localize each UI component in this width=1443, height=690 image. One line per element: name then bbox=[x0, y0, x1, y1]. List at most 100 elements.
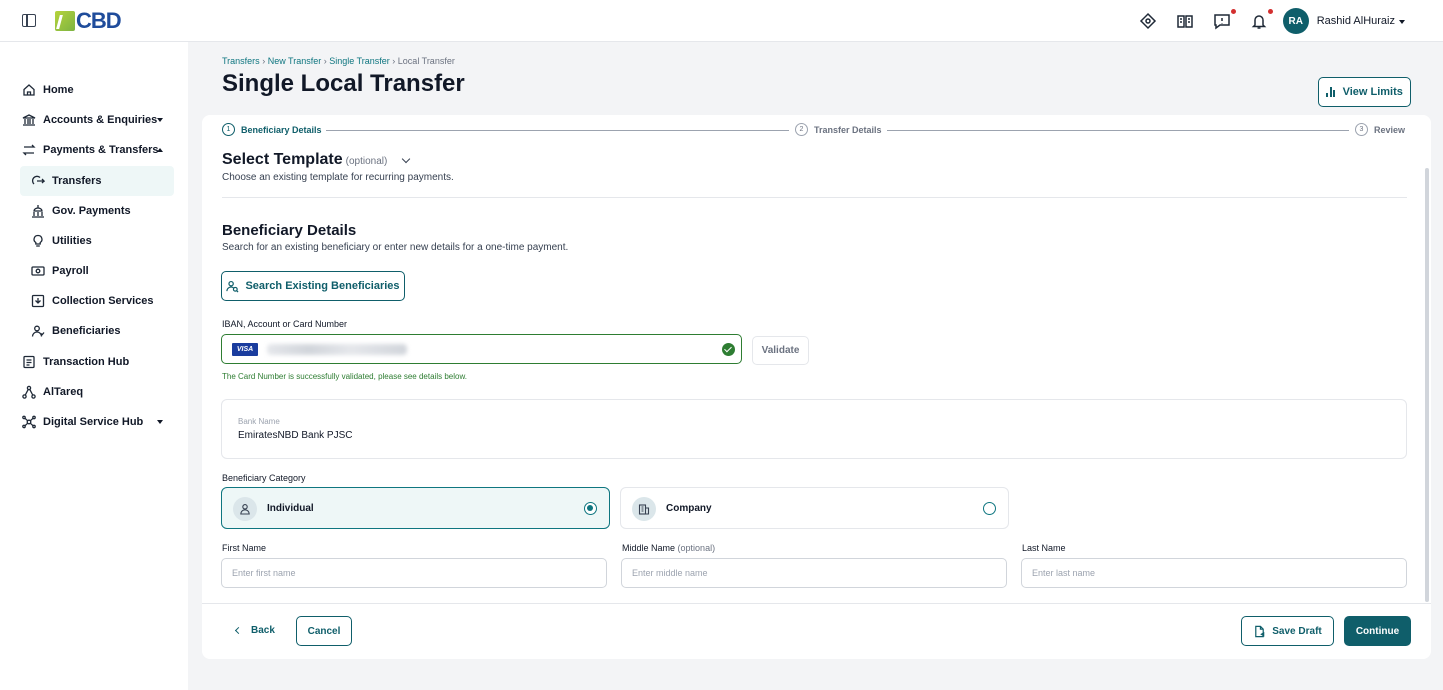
step-connector bbox=[887, 130, 1349, 131]
validate-button[interactable]: Validate bbox=[752, 336, 809, 365]
cbd-logo[interactable]: CBD bbox=[55, 8, 122, 33]
bank-name-value: EmiratesNBD Bank PJSC bbox=[238, 430, 353, 441]
sidebar-item-utilities[interactable]: Utilities bbox=[0, 226, 188, 256]
company-radio[interactable] bbox=[983, 502, 996, 515]
last-name-input[interactable] bbox=[1021, 558, 1407, 588]
divider bbox=[222, 197, 1407, 198]
sidebar-toggle-icon[interactable] bbox=[22, 14, 36, 27]
view-limits-label: View Limits bbox=[1342, 86, 1403, 98]
save-draft-label: Save Draft bbox=[1272, 625, 1322, 637]
step-label: Beneficiary Details bbox=[241, 124, 322, 135]
middle-name-input[interactable] bbox=[621, 558, 1007, 588]
iban-input[interactable]: VISA bbox=[221, 334, 742, 364]
visa-card-icon: VISA bbox=[232, 343, 258, 356]
sidebar-item-home[interactable]: Home bbox=[0, 75, 188, 105]
iban-label: IBAN, Account or Card Number bbox=[222, 319, 348, 329]
scrollbar[interactable] bbox=[1425, 168, 1429, 602]
bulb-icon bbox=[30, 233, 46, 249]
sidebar-item-digital-service-hub[interactable]: Digital Service Hub bbox=[0, 407, 188, 437]
beneficiaries-icon bbox=[30, 323, 46, 339]
chevron-up-icon bbox=[157, 148, 163, 152]
validation-message: The Card Number is successfully validate… bbox=[222, 372, 468, 381]
breadcrumb-transfers[interactable]: Transfers bbox=[222, 56, 260, 66]
person-icon bbox=[233, 497, 257, 521]
continue-button[interactable]: Continue bbox=[1344, 616, 1411, 646]
bank-icon bbox=[21, 112, 37, 128]
sidebar-item-altareq[interactable]: AlTareq bbox=[0, 377, 188, 407]
avatar[interactable]: RA bbox=[1282, 8, 1309, 34]
transfer-icon bbox=[30, 173, 46, 189]
beneficiary-category-label: Beneficiary Category bbox=[222, 473, 306, 483]
sidebar-item-label: Home bbox=[43, 84, 74, 96]
back-button[interactable]: Back bbox=[234, 625, 275, 636]
sidebar-item-transfers[interactable]: Transfers bbox=[20, 166, 174, 196]
breadcrumb-single-transfer[interactable]: Single Transfer bbox=[329, 56, 390, 66]
building-icon bbox=[632, 497, 656, 521]
sidebar-item-gov-payments[interactable]: Gov. Payments bbox=[0, 196, 188, 226]
step-review: 3 Review bbox=[1355, 123, 1405, 136]
bar-chart-icon bbox=[1326, 87, 1337, 97]
document-icon bbox=[21, 354, 37, 370]
check-circle-icon bbox=[722, 343, 735, 356]
breadcrumb: Transfers › New Transfer › Single Transf… bbox=[222, 56, 455, 66]
individual-radio[interactable] bbox=[584, 502, 597, 515]
draft-document-icon bbox=[1255, 625, 1265, 637]
select-template-toggle[interactable]: Select Template (optional) bbox=[222, 151, 387, 169]
book-icon[interactable] bbox=[1176, 12, 1194, 30]
sidebar-item-collection-services[interactable]: Collection Services bbox=[0, 286, 188, 316]
step-number: 1 bbox=[222, 123, 235, 136]
search-beneficiaries-button[interactable]: Search Existing Beneficiaries bbox=[221, 271, 405, 301]
step-label: Review bbox=[1374, 124, 1406, 135]
feedback-icon[interactable] bbox=[1213, 9, 1236, 30]
notification-dot bbox=[1230, 9, 1236, 14]
step-transfer-details: 2 Transfer Details bbox=[795, 123, 882, 136]
transfer-arrows-icon bbox=[21, 142, 37, 158]
bell-icon[interactable] bbox=[1250, 9, 1273, 30]
middle-name-label-group: Middle Name (optional) bbox=[622, 543, 715, 553]
sidebar-item-label: AlTareq bbox=[43, 386, 84, 398]
chevron-down-icon bbox=[157, 118, 163, 122]
search-beneficiaries-label: Search Existing Beneficiaries bbox=[245, 280, 400, 292]
sidebar-item-label: Collection Services bbox=[52, 295, 154, 307]
cancel-button[interactable]: Cancel bbox=[296, 616, 352, 646]
category-company-option[interactable]: Company bbox=[620, 487, 1009, 529]
last-name-label: Last Name bbox=[1022, 543, 1066, 553]
step-label: Transfer Details bbox=[814, 124, 882, 135]
bank-name-label: Bank Name bbox=[238, 417, 280, 426]
sidebar-item-label: Beneficiaries bbox=[52, 325, 121, 337]
money-icon bbox=[30, 263, 46, 279]
chevron-down-icon[interactable] bbox=[1399, 20, 1405, 24]
user-search-icon bbox=[226, 280, 239, 292]
sidebar-item-label: Gov. Payments bbox=[52, 205, 131, 217]
logo-text: CBD bbox=[76, 8, 122, 33]
sidebar-item-payroll[interactable]: Payroll bbox=[0, 256, 188, 286]
optional-tag: (optional) bbox=[677, 543, 716, 553]
chevron-left-icon bbox=[234, 626, 243, 635]
sidebar-item-payments-transfers[interactable]: Payments & Transfers bbox=[0, 135, 188, 165]
category-individual-option[interactable]: Individual bbox=[221, 487, 610, 529]
sidebar-item-label: Transfers bbox=[52, 175, 102, 187]
bank-name-box: Bank Name EmiratesNBD Bank PJSC bbox=[221, 399, 1407, 459]
step-beneficiary-details: 1 Beneficiary Details bbox=[222, 123, 322, 136]
sidebar-item-accounts[interactable]: Accounts & Enquiries bbox=[0, 105, 188, 135]
sidebar-item-transaction-hub[interactable]: Transaction Hub bbox=[0, 347, 188, 377]
user-name[interactable]: Rashid AlHuraiz bbox=[1317, 15, 1395, 27]
save-draft-button[interactable]: Save Draft bbox=[1241, 616, 1334, 646]
home-icon bbox=[21, 82, 37, 98]
first-name-label: First Name bbox=[222, 543, 267, 553]
sidebar-item-label: Utilities bbox=[52, 235, 92, 247]
top-bar: CBD RA Rashid AlHuraiz bbox=[0, 0, 1443, 42]
beneficiary-details-subtitle: Search for an existing beneficiary or en… bbox=[222, 242, 569, 253]
sidebar-item-label: Payments & Transfers bbox=[43, 144, 159, 156]
optional-tag: (optional) bbox=[345, 156, 388, 167]
first-name-input[interactable] bbox=[221, 558, 607, 588]
tag-icon[interactable] bbox=[1139, 12, 1157, 30]
step-number: 3 bbox=[1355, 123, 1368, 136]
sidebar-item-beneficiaries[interactable]: Beneficiaries bbox=[0, 316, 188, 346]
select-template-title: Select Template bbox=[222, 151, 343, 168]
category-label: Company bbox=[666, 503, 712, 514]
view-limits-button[interactable]: View Limits bbox=[1318, 77, 1411, 107]
breadcrumb-current: Local Transfer bbox=[397, 56, 455, 66]
back-label: Back bbox=[251, 625, 275, 636]
breadcrumb-new-transfer[interactable]: New Transfer bbox=[268, 56, 322, 66]
